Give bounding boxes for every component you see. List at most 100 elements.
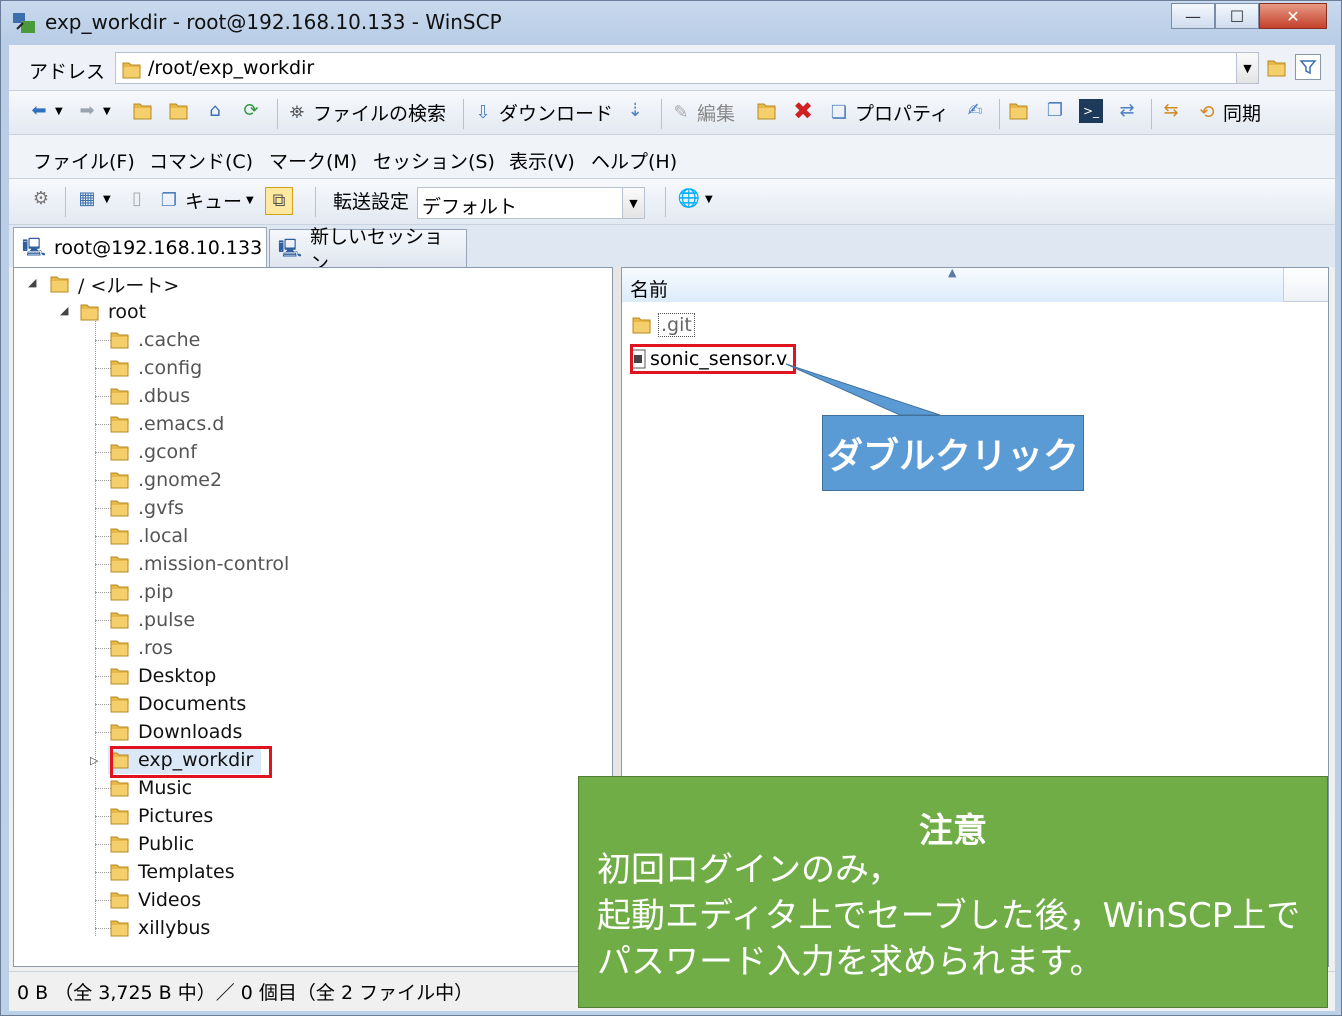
folder-icon bbox=[108, 888, 132, 912]
note-line: 初回ログインのみ， bbox=[597, 850, 902, 890]
internet-button[interactable]: 🌐 ▼ bbox=[677, 187, 713, 211]
tree-item[interactable]: Public bbox=[108, 830, 194, 858]
menu-session[interactable]: セッション(S) bbox=[373, 147, 495, 174]
tab-new-session[interactable]: 🖳 新しいセッション bbox=[269, 226, 467, 275]
tree-item[interactable]: .gnome2 bbox=[108, 466, 222, 494]
tree-item[interactable]: Downloads bbox=[108, 718, 242, 746]
sync-button[interactable]: ⟲ 同期 bbox=[1195, 99, 1261, 126]
root-dir-button[interactable] bbox=[167, 99, 191, 123]
refresh-button[interactable]: ⟳ bbox=[239, 99, 263, 123]
tree-item-home[interactable]: root bbox=[78, 298, 146, 326]
edit-button[interactable]: ✎ 編集 bbox=[669, 99, 735, 126]
tree-item-label: .dbus bbox=[138, 385, 191, 407]
parent-dir-button[interactable] bbox=[131, 99, 155, 123]
address-bar: アドレス /root/exp_workdir ▼ bbox=[9, 45, 1335, 91]
new-folder-button[interactable] bbox=[1007, 99, 1031, 123]
folder-icon bbox=[108, 580, 132, 604]
title-bar[interactable]: exp_workdir - root@192.168.10.133 - WinS… bbox=[1, 1, 1341, 45]
properties-button[interactable]: ❏ プロパティ bbox=[827, 99, 949, 126]
open-folder-icon[interactable] bbox=[1263, 54, 1291, 82]
tree-item[interactable]: .mission-control bbox=[108, 550, 289, 578]
tree-item[interactable]: Desktop bbox=[108, 662, 216, 690]
home-button[interactable]: ⌂ bbox=[203, 99, 227, 123]
queue-button[interactable]: ❐ キュー ▼ bbox=[157, 187, 254, 214]
status-text: 0 B （全 3,725 B 中）／ 0 個目（全 2 ファイル中） bbox=[17, 982, 474, 1004]
tree-item-label: .pulse bbox=[138, 609, 196, 631]
tree-item[interactable]: .emacs.d bbox=[108, 410, 224, 438]
folder-icon bbox=[108, 664, 132, 688]
expand-exp-workdir-toggle[interactable]: ▷ bbox=[90, 754, 98, 767]
file-row[interactable]: .git bbox=[630, 310, 695, 340]
tree-item[interactable]: .config bbox=[108, 354, 202, 382]
tree-item-label: Downloads bbox=[138, 721, 243, 743]
directory-tree[interactable]: ◢ / <ルート> ◢ root .cache .config .dbus .e… bbox=[13, 267, 613, 967]
folder-icon bbox=[108, 636, 132, 660]
transfer-dropdown-button[interactable]: ▼ bbox=[622, 188, 644, 218]
back-arrow-icon: ⬅ bbox=[31, 100, 47, 121]
download-button[interactable]: ⇩ ダウンロード bbox=[471, 99, 613, 126]
collapse-home-toggle[interactable]: ◢ bbox=[60, 304, 68, 317]
tree-item[interactable]: .pulse bbox=[108, 606, 195, 634]
menu-file[interactable]: ファイル(F) bbox=[33, 147, 135, 174]
monitor-icon: 🖳 bbox=[22, 236, 47, 258]
maximize-button[interactable]: ☐ bbox=[1215, 3, 1259, 29]
download-icon: ⇩ bbox=[475, 101, 491, 123]
note-line: パスワード入力を求められます。 bbox=[597, 942, 1104, 982]
delete-button[interactable]: ✖ bbox=[791, 99, 815, 123]
download-options-button[interactable]: ⇣ bbox=[623, 99, 647, 123]
folder-icon bbox=[108, 356, 132, 380]
delete-x-icon: ✖ bbox=[792, 97, 814, 125]
folder-icon bbox=[108, 608, 132, 632]
tree-item[interactable]: Videos bbox=[108, 886, 201, 914]
queue-toggle-button[interactable]: ⧉ bbox=[265, 187, 293, 215]
menu-view[interactable]: 表示(V) bbox=[509, 147, 575, 174]
minimize-button[interactable]: — bbox=[1171, 3, 1215, 29]
open-button[interactable] bbox=[755, 99, 779, 123]
find-files-label: ファイルの検索 bbox=[313, 103, 447, 125]
forward-button[interactable]: ➡ ▼ bbox=[75, 99, 110, 123]
close-button[interactable]: ✕ bbox=[1259, 3, 1327, 29]
collapse-root-toggle[interactable]: ◢ bbox=[28, 276, 36, 289]
secondary-toolbar: ⚙ ▦ ▼ ▯ ❐ キュー ▼ ⧉ 転送設定 デフォルト ▼ 🌐 ▼ bbox=[9, 179, 1335, 225]
layout-button[interactable]: ▦ ▼ bbox=[75, 187, 110, 211]
tree-item-root[interactable]: / <ルート> bbox=[48, 270, 179, 298]
transfer-settings-value: デフォルト bbox=[422, 196, 518, 218]
filter-icon[interactable] bbox=[1295, 54, 1321, 80]
tree-item[interactable]: .cache bbox=[108, 326, 200, 354]
menu-command[interactable]: コマンド(C) bbox=[149, 147, 253, 174]
rename-button[interactable]: ✍ bbox=[963, 99, 987, 123]
home-icon: ⌂ bbox=[209, 100, 221, 121]
copy-button[interactable]: ❐ bbox=[1043, 99, 1067, 123]
compare-button[interactable]: ⇆ bbox=[1159, 99, 1183, 123]
find-files-button[interactable]: ⛯ ファイルの検索 bbox=[285, 99, 446, 126]
tree-item[interactable]: xillybus bbox=[108, 914, 210, 942]
back-button[interactable]: ⬅ ▼ bbox=[27, 99, 62, 123]
menu-help[interactable]: ヘルプ(H) bbox=[591, 147, 677, 174]
new-folder-icon bbox=[1007, 99, 1031, 123]
sync-icon: ⟲ bbox=[1199, 101, 1215, 123]
address-input[interactable]: /root/exp_workdir ▼ bbox=[115, 52, 1259, 84]
tree-item[interactable]: .pip bbox=[108, 578, 173, 606]
tree-item[interactable]: .ros bbox=[108, 634, 173, 662]
tree-item[interactable]: .dbus bbox=[108, 382, 190, 410]
column-header-name[interactable]: ▲ 名前 bbox=[622, 268, 1284, 302]
folder-icon bbox=[108, 552, 132, 576]
tree-item[interactable]: Music bbox=[108, 774, 192, 802]
tree-item[interactable]: Documents bbox=[108, 690, 246, 718]
rename-icon: ✍ bbox=[967, 100, 983, 121]
tree-item[interactable]: .gvfs bbox=[108, 494, 184, 522]
tree-item[interactable]: Pictures bbox=[108, 802, 213, 830]
terminal-button[interactable]: >_ bbox=[1079, 99, 1103, 123]
address-dropdown-button[interactable]: ▼ bbox=[1236, 53, 1258, 83]
tree-item[interactable]: .local bbox=[108, 522, 188, 550]
winscp-app-icon bbox=[13, 13, 35, 33]
tree-item[interactable]: Templates bbox=[108, 858, 235, 886]
menu-mark[interactable]: マーク(M) bbox=[269, 147, 357, 174]
clipboard-button[interactable]: ▯ bbox=[125, 187, 149, 211]
preferences-button[interactable]: ⚙ bbox=[29, 187, 53, 211]
tab-current-session[interactable]: 🖳 root@192.168.10.133 bbox=[13, 227, 267, 267]
tree-item-label: .gvfs bbox=[138, 497, 184, 519]
tree-item[interactable]: .gconf bbox=[108, 438, 197, 466]
transfer-settings-select[interactable]: デフォルト ▼ bbox=[417, 187, 645, 219]
putty-button[interactable]: ⇄ bbox=[1115, 99, 1139, 123]
